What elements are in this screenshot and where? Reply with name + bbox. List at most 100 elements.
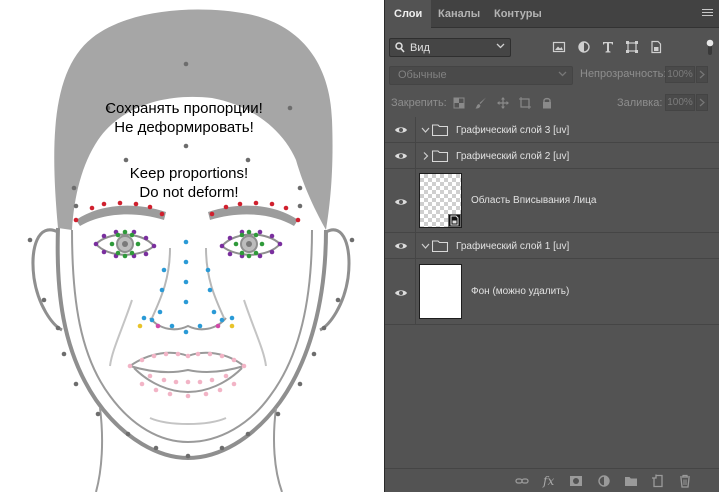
smart-object-badge-icon xyxy=(448,214,461,227)
new-layer-icon[interactable] xyxy=(651,474,665,488)
lip-point xyxy=(231,357,237,363)
fill-slider-toggle[interactable] xyxy=(696,94,708,111)
lip-point xyxy=(127,363,133,369)
eye-point xyxy=(219,243,225,249)
brow-point xyxy=(133,201,139,207)
lip-point xyxy=(163,351,169,357)
brow-point xyxy=(147,204,153,210)
layer-row[interactable]: Графический слой 2 [uv] xyxy=(385,143,719,169)
lock-transparent-pixels-icon[interactable] xyxy=(452,96,466,110)
chin-line xyxy=(149,417,227,425)
smart-object-filter-icon[interactable] xyxy=(649,40,663,54)
iris-point xyxy=(246,229,252,235)
lock-artboard-icon[interactable] xyxy=(518,96,532,110)
eye-icon[interactable] xyxy=(394,241,408,251)
opacity-field[interactable]: 100% xyxy=(665,66,695,83)
new-group-icon[interactable] xyxy=(624,474,638,488)
contour-point xyxy=(73,203,79,209)
contour-point xyxy=(123,157,129,163)
contour-point xyxy=(125,431,131,437)
blend-mode-select[interactable]: Обычные xyxy=(389,66,573,85)
opacity-slider-toggle[interactable] xyxy=(696,66,708,83)
nose-point xyxy=(183,239,189,245)
filter-kind-select[interactable]: Вид xyxy=(389,38,511,57)
filter-toggle-switch[interactable] xyxy=(706,37,714,57)
brow-point xyxy=(101,201,107,207)
chevron-down-icon xyxy=(558,71,567,77)
layer-row[interactable]: Область Вписывания Лица xyxy=(385,169,719,233)
search-icon xyxy=(395,42,405,53)
lip-point xyxy=(223,373,229,379)
chevron-down-icon[interactable] xyxy=(421,242,430,250)
brow-point xyxy=(223,204,229,210)
eye-icon[interactable] xyxy=(394,197,408,207)
chevron-down-icon[interactable] xyxy=(421,126,430,134)
tab-layers[interactable]: Слои xyxy=(385,0,432,29)
nose-point xyxy=(211,309,217,315)
brow-point xyxy=(89,205,95,211)
contour-point xyxy=(275,411,281,417)
eye-icon[interactable] xyxy=(394,125,408,135)
shape-filter-icon[interactable] xyxy=(625,40,639,54)
lock-position-icon[interactable] xyxy=(496,96,510,110)
nose-point xyxy=(229,315,235,321)
warning-text-ru: Сохранять пропорции! Не деформировать! xyxy=(105,100,263,136)
nose-point xyxy=(141,315,147,321)
contour-point xyxy=(297,381,303,387)
filter-kind-label: Вид xyxy=(410,42,430,54)
chevron-down-icon xyxy=(496,43,505,49)
lip-point xyxy=(147,373,153,379)
delete-layer-icon[interactable] xyxy=(678,474,692,488)
fill-field[interactable]: 100% xyxy=(665,94,695,111)
nose-line-right xyxy=(205,247,225,319)
lock-label: Закрепить: xyxy=(391,97,447,109)
eye-point xyxy=(269,233,275,239)
contour-point xyxy=(245,157,251,163)
lip-point xyxy=(139,357,145,363)
layer-row[interactable]: Фон (можно удалить) xyxy=(385,259,719,325)
tab-paths[interactable]: Контуры xyxy=(485,0,551,28)
adjustment-layer-icon[interactable] xyxy=(597,474,611,488)
lock-image-pixels-icon[interactable] xyxy=(474,96,488,110)
iris-point xyxy=(259,241,265,247)
lip-point xyxy=(139,381,145,387)
eye-point xyxy=(227,235,233,241)
cheek-line-right xyxy=(243,299,267,367)
image-filter-icon[interactable] xyxy=(552,40,566,54)
eye-point xyxy=(269,249,275,255)
contour-point xyxy=(27,237,33,243)
layer-thumbnail[interactable] xyxy=(419,264,462,319)
nose-point xyxy=(205,267,211,273)
eye-icon[interactable] xyxy=(394,288,408,298)
contour-point xyxy=(73,381,79,387)
nose-point xyxy=(161,267,167,273)
layer-name: Графический слой 1 [uv] xyxy=(456,241,570,252)
add-mask-icon[interactable] xyxy=(569,474,583,488)
face-template-drawing xyxy=(27,9,355,492)
panel-menu-icon[interactable] xyxy=(702,9,713,17)
layer-thumbnail[interactable] xyxy=(419,173,462,228)
nose-point xyxy=(169,323,175,329)
type-filter-icon[interactable] xyxy=(601,40,615,54)
chevron-right-icon[interactable] xyxy=(421,152,430,160)
layer-row[interactable]: Графический слой 3 [uv] xyxy=(385,117,719,143)
tab-channels[interactable]: Каналы xyxy=(429,0,489,28)
brow-point xyxy=(159,211,165,217)
document-canvas[interactable]: Сохранять пропорции! Не деформировать! K… xyxy=(0,0,384,492)
lip-point xyxy=(185,353,191,359)
layer-name: Фон (можно удалить) xyxy=(471,286,570,297)
layer-row[interactable]: Графический слой 1 [uv] xyxy=(385,233,719,259)
lip-point xyxy=(209,377,215,383)
layers-list: Графический слой 3 [uv] Графический слой… xyxy=(385,117,719,325)
lock-all-icon[interactable] xyxy=(540,96,554,110)
warning-text-en: Keep proportions! Do not deform! xyxy=(129,165,249,201)
lip-point xyxy=(161,377,167,383)
fx-icon[interactable]: fx xyxy=(543,474,557,488)
eye-icon[interactable] xyxy=(394,151,408,161)
eye-point xyxy=(143,251,149,257)
iris-point xyxy=(122,229,128,235)
link-layers-icon[interactable] xyxy=(515,474,529,488)
lip-point xyxy=(217,387,223,393)
contour-point xyxy=(321,325,327,331)
adjustment-filter-icon[interactable] xyxy=(577,40,591,54)
